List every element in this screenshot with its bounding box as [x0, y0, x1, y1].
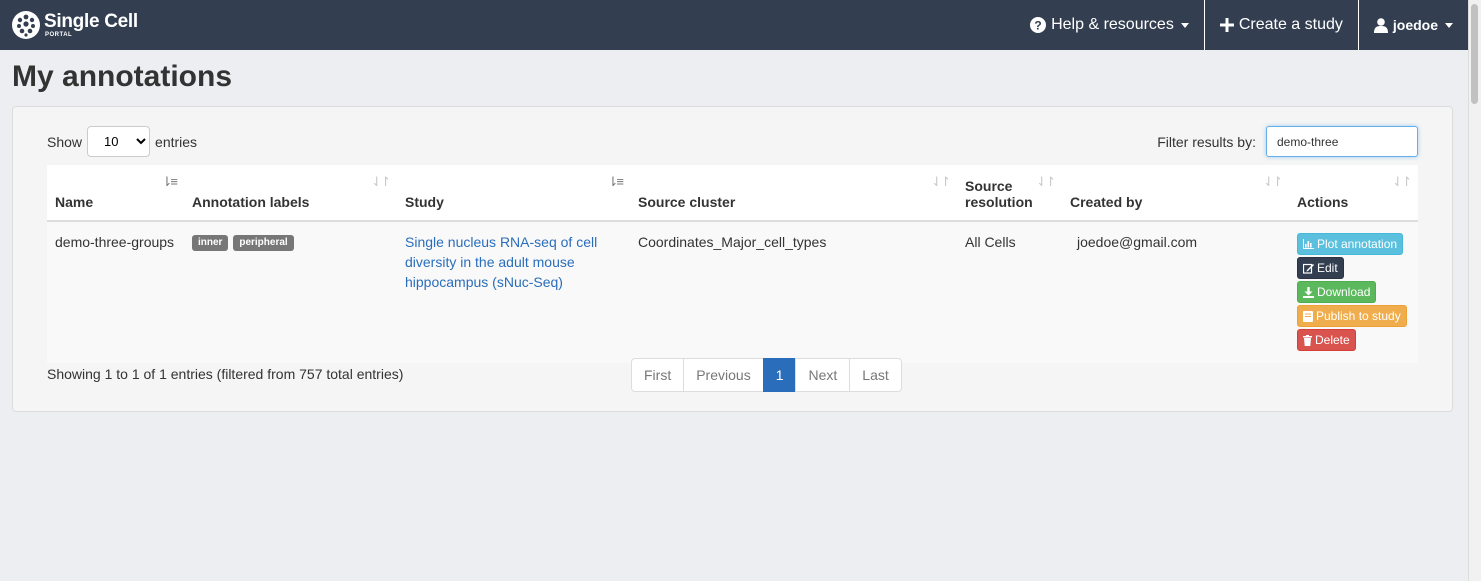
study-link[interactable]: Single nucleus RNA-seq of cell diversity… [405, 234, 597, 290]
sort-icon: ⇃↾ [1392, 174, 1412, 189]
help-resources-label: Help & resources [1051, 16, 1174, 33]
sort-icon: ⇃↾ [371, 174, 391, 189]
edit-label: Edit [1317, 261, 1338, 275]
filter-control: Filter results by: [1157, 126, 1418, 157]
edit-icon [1303, 263, 1314, 274]
brand-logo-link[interactable]: Single Cell PORTAL [12, 0, 138, 50]
help-resources-dropdown[interactable]: ? Help & resources [1015, 0, 1204, 50]
edit-button[interactable]: Edit [1297, 257, 1344, 279]
column-header-actions[interactable]: Actions ⇃↾ [1289, 165, 1418, 222]
source-cluster: Coordinates_Major_cell_types [630, 221, 957, 363]
pagination-page-1[interactable]: 1 [762, 358, 797, 392]
annotation-name: demo-three-groups [47, 221, 184, 363]
created-by-email: joedoe@gmail.com [1077, 234, 1198, 250]
svg-text:?: ? [1034, 19, 1041, 33]
sort-desc-icon: ⇂≡ [161, 174, 179, 189]
table-header-row: Name ⇂≡ Annotation labels ⇃↾ Study ⇂≡ Sourc… [47, 165, 1418, 222]
column-header-created-by[interactable]: Created by ⇃↾ [1062, 165, 1289, 222]
trash-icon [1303, 334, 1312, 346]
pagination-previous[interactable]: Previous [683, 358, 764, 392]
table-row: demo-three-groups inner peripheral Singl… [47, 221, 1418, 363]
table-info-text: Showing 1 to 1 of 1 entries (filtered fr… [47, 366, 404, 382]
delete-button[interactable]: Delete [1297, 329, 1356, 351]
download-icon [1303, 286, 1314, 298]
vertical-scrollbar[interactable] [1468, 0, 1481, 581]
annotation-label-badge: inner [192, 235, 229, 251]
create-study-link[interactable]: Create a study [1203, 0, 1358, 50]
filter-label: Filter results by: [1157, 133, 1256, 150]
sort-icon: ⇃↾ [1036, 174, 1056, 189]
plot-annotation-label: Plot annotation [1317, 237, 1398, 251]
pagination: First Previous 1 Next Last [631, 358, 902, 392]
download-button[interactable]: Download [1297, 281, 1377, 303]
sort-icon: ⇃↾ [931, 174, 951, 189]
annotations-table: Name ⇂≡ Annotation labels ⇃↾ Study ⇂≡ Sourc… [47, 165, 1418, 363]
plus-icon [1219, 18, 1234, 32]
download-label: Download [1317, 285, 1371, 299]
actions-cell: Plot annotation Edit Download Publish to… [1289, 221, 1418, 363]
sort-icon: ⇃↾ [1263, 174, 1283, 189]
sort-desc-icon: ⇂≡ [607, 174, 625, 189]
question-circle-icon: ? [1030, 17, 1047, 33]
brand-subtitle: PORTAL [45, 32, 73, 38]
publish-to-study-label: Publish to study [1316, 309, 1401, 323]
column-header-name[interactable]: Name ⇂≡ [47, 165, 184, 222]
column-header-annotation-labels[interactable]: Annotation labels ⇃↾ [184, 165, 397, 222]
username-label: joedoe [1392, 17, 1438, 33]
entries-label: entries [155, 133, 198, 150]
filter-input[interactable] [1266, 126, 1418, 157]
create-study-label: Create a study [1238, 16, 1343, 33]
annotation-label-badge: peripheral [233, 235, 294, 251]
source-resolution: All Cells [957, 221, 1062, 363]
pagination-last[interactable]: Last [849, 358, 902, 392]
pagination-next[interactable]: Next [795, 358, 851, 392]
created-by: joedoe@gmail.com [1062, 221, 1289, 363]
user-menu-dropdown[interactable]: joedoe [1357, 0, 1468, 50]
column-header-source-cluster[interactable]: Source cluster ⇃↾ [630, 165, 957, 222]
delete-label: Delete [1315, 333, 1350, 347]
single-cell-logo-icon [12, 11, 40, 39]
pagination-first[interactable]: First [631, 358, 685, 392]
publish-to-study-button[interactable]: Publish to study [1297, 305, 1407, 327]
brand-name: Single Cell [44, 11, 138, 32]
page-title: My annotations [12, 60, 233, 93]
column-header-source-resolution[interactable]: Source resolution ⇃↾ [957, 165, 1062, 222]
top-navbar: Single Cell PORTAL ? Help & resources Cr… [0, 0, 1468, 50]
page-length-control: Show 10 entries [47, 126, 197, 157]
scrollbar-thumb[interactable] [1471, 4, 1478, 104]
show-label: Show [47, 133, 83, 150]
entries-select[interactable]: 10 [87, 126, 151, 157]
column-header-study[interactable]: Study ⇂≡ [397, 165, 630, 222]
annotations-panel: Show 10 entries Filter results by: Name⇂… [12, 106, 1453, 412]
user-icon [1373, 17, 1388, 33]
chevron-down-icon [1445, 22, 1453, 28]
annotation-labels-cell: inner peripheral [184, 221, 397, 363]
study-cell: Single nucleus RNA-seq of cell diversity… [397, 221, 630, 363]
chevron-down-icon [1180, 22, 1189, 28]
plot-annotation-button[interactable]: Plot annotation [1297, 233, 1404, 255]
book-icon [1303, 310, 1313, 322]
bar-chart-icon [1303, 239, 1314, 249]
